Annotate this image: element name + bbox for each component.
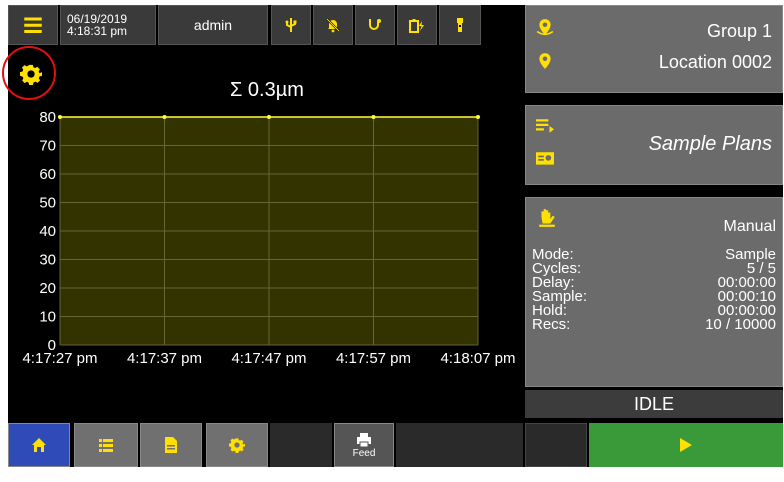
x-tick-label: 4:17:57 pm — [336, 350, 411, 367]
home-button[interactable] — [8, 423, 70, 467]
alarm-status[interactable] — [313, 5, 353, 45]
status-bar: IDLE — [525, 390, 783, 418]
row-value: 10 / 10000 — [705, 316, 776, 333]
printer-icon — [357, 432, 371, 447]
x-tick-label: 4:17:27 pm — [22, 350, 97, 367]
y-tick-label: 20 — [39, 280, 56, 297]
user-button[interactable]: admin — [158, 5, 268, 45]
menu-button[interactable] — [8, 5, 58, 45]
y-tick-label: 80 — [39, 109, 56, 126]
y-tick-label: 50 — [39, 195, 56, 212]
probe-icon — [369, 19, 381, 30]
location-pin-icon — [539, 53, 551, 69]
data-point — [58, 115, 62, 119]
feed-button[interactable]: Feed — [334, 423, 394, 467]
y-tick-label: 70 — [39, 138, 56, 155]
home-icon — [32, 438, 46, 452]
group-location-icon — [536, 19, 554, 36]
mode-panel[interactable]: Manual Mode: Sample Cycles: 5 / 5 Delay: 00… — [525, 197, 783, 387]
empty-slot — [396, 423, 523, 467]
username-text: admin — [193, 17, 233, 33]
report-button[interactable] — [140, 423, 202, 467]
x-tick-label: 4:18:07 pm — [440, 350, 515, 367]
mode-title: Manual — [723, 218, 776, 235]
playlist-icon — [536, 119, 554, 133]
list-button[interactable] — [74, 423, 138, 467]
play-icon — [680, 438, 692, 452]
y-tick-label: 40 — [39, 223, 56, 240]
certificate-icon — [536, 152, 554, 165]
location-name: Location 0002 — [658, 52, 772, 72]
x-tick-label: 4:17:47 pm — [231, 350, 306, 367]
data-point — [162, 115, 167, 119]
settings-gear-icon — [229, 438, 245, 453]
location-panel[interactable]: Group 1 Location 0002 — [525, 5, 783, 93]
empty-slot — [525, 423, 587, 467]
hand-icon — [539, 209, 555, 227]
data-point — [476, 115, 480, 119]
mode-details-table: Mode: Sample Cycles: 5 / 5 Delay: 00:00:00 … — [532, 247, 776, 333]
usb-status[interactable] — [271, 5, 311, 45]
highlight-circle — [2, 46, 56, 100]
document-icon — [165, 437, 177, 453]
recs-row: Recs: 10 / 10000 — [532, 316, 776, 333]
y-tick-label: 10 — [39, 309, 56, 326]
y-tick-label: 60 — [39, 166, 56, 183]
time-text: 4:18:31 pm — [67, 24, 128, 38]
datetime-display[interactable]: 06/19/2019 4:18:31 pm — [60, 5, 156, 45]
device-screen: 06/19/2019 4:18:31 pm admin Σ 0.3µm 0 10… — [2, 5, 783, 467]
row-label: Recs: — [532, 316, 571, 333]
y-tick-label: 30 — [39, 252, 56, 269]
battery-status[interactable] — [397, 5, 437, 45]
flashlight-icon — [457, 18, 463, 32]
usb-icon — [285, 18, 297, 32]
data-point — [267, 115, 271, 119]
particle-chart: 010203040506070804:17:27 pm 4:17:37 pm 4:1… — [22, 109, 515, 367]
settings-button[interactable] — [206, 423, 268, 467]
menu-icon — [24, 17, 42, 33]
list-icon — [99, 439, 113, 452]
group-name: Group 1 — [706, 21, 772, 41]
status-text: IDLE — [633, 393, 675, 414]
start-button[interactable] — [589, 423, 783, 467]
sample-plans-label: Sample Plans — [648, 133, 772, 155]
empty-slot — [270, 423, 332, 467]
x-tick-label: 4:17:37 pm — [127, 350, 202, 367]
battery-charging-icon — [409, 19, 424, 33]
flashlight-button[interactable] — [439, 5, 481, 45]
probe-status[interactable] — [355, 5, 395, 45]
feed-label: Feed — [352, 447, 376, 459]
chart-title: Σ 0.3µm — [230, 79, 304, 101]
data-point — [371, 115, 376, 119]
sample-plans-button[interactable]: Sample Plans — [525, 105, 783, 185]
alarm-off-icon — [326, 18, 340, 33]
